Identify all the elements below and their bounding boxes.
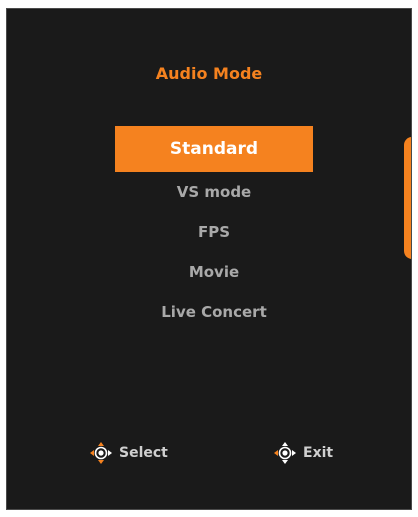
select-label: Select [119, 445, 168, 461]
menu-item-fps[interactable]: FPS [115, 212, 313, 252]
joystick-icon [90, 442, 112, 464]
exit-hint: Exit [273, 441, 333, 465]
exit-label: Exit [303, 445, 334, 461]
menu-item-standard[interactable]: Standard [115, 126, 313, 172]
menu-item-live-concert[interactable]: Live Concert [115, 292, 313, 332]
joystick-icon [274, 442, 296, 464]
select-hint: Select [89, 441, 168, 465]
menu-title: Audio Mode [155, 64, 263, 83]
menu-item-vs-mode[interactable]: VS mode [115, 172, 313, 212]
menu-item-movie[interactable]: Movie [115, 252, 313, 292]
osd-panel: Audio Mode Standard VS mode FPS Movie Li… [6, 8, 412, 510]
audio-mode-menu: Standard VS mode FPS Movie Live Concert [115, 126, 313, 332]
scroll-indicator-tab [404, 137, 411, 259]
